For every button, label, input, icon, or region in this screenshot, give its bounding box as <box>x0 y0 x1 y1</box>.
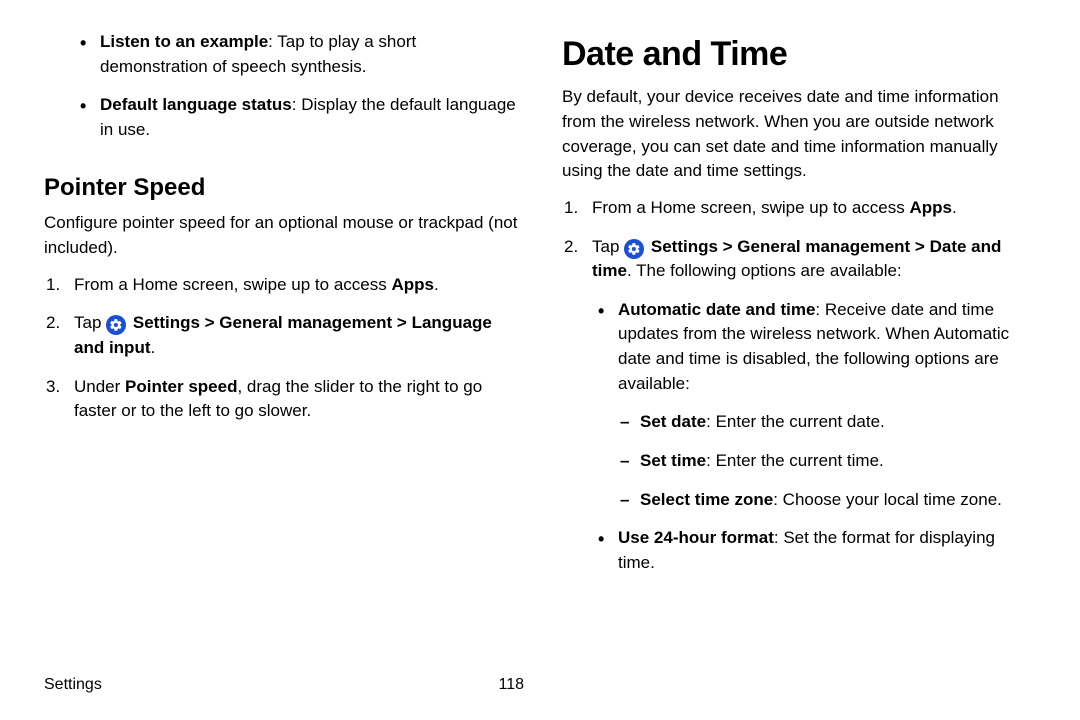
list-item: Default language status: Display the def… <box>74 93 518 142</box>
date-time-intro: By default, your device receives date an… <box>562 85 1036 184</box>
option-title: Set time <box>640 451 706 470</box>
option-title: Listen to an example <box>100 32 268 51</box>
pointer-speed-heading: Pointer Speed <box>44 171 518 206</box>
pointer-speed-steps: From a Home screen, swipe up to access A… <box>44 273 518 424</box>
left-column: Listen to an example: Tap to play a shor… <box>30 30 540 700</box>
option-title: Default language status <box>100 95 292 114</box>
step-item: Under Pointer speed, drag the slider to … <box>44 375 518 424</box>
option-desc: : Choose your local time zone. <box>773 490 1002 509</box>
date-time-options-2: Use 24-hour format: Set the format for d… <box>592 526 1036 575</box>
right-column: Date and Time By default, your device re… <box>540 30 1050 700</box>
list-item: Use 24-hour format: Set the format for d… <box>592 526 1036 575</box>
pointer-speed-intro: Configure pointer speed for an optional … <box>44 211 518 260</box>
footer-section: Settings <box>44 673 102 696</box>
option-title: Use 24-hour format <box>618 528 774 547</box>
date-time-options: Automatic date and time: Receive date an… <box>592 298 1036 397</box>
option-title: Select time zone <box>640 490 773 509</box>
list-item: Listen to an example: Tap to play a shor… <box>74 30 518 79</box>
step-item: Tap Settings > General management > Date… <box>562 235 1036 284</box>
date-time-heading: Date and Time <box>562 30 1036 79</box>
nav-path: Settings > General management > Language… <box>74 313 492 357</box>
step-item: From a Home screen, swipe up to access A… <box>562 196 1036 221</box>
date-time-steps: From a Home screen, swipe up to access A… <box>562 196 1036 284</box>
footer-page-number: 118 <box>498 673 524 696</box>
page-footer: Settings 118 <box>44 673 524 696</box>
option-desc: : Enter the current date. <box>706 412 885 431</box>
list-item: Set date: Enter the current date. <box>618 410 1036 435</box>
step-item: Tap Settings > General management > Lang… <box>44 311 518 360</box>
list-item: Automatic date and time: Receive date an… <box>592 298 1036 397</box>
option-desc: : Enter the current time. <box>706 451 884 470</box>
option-title: Automatic date and time <box>618 300 815 319</box>
option-title: Set date <box>640 412 706 431</box>
list-item: Select time zone: Choose your local time… <box>618 488 1036 513</box>
step-item: From a Home screen, swipe up to access A… <box>44 273 518 298</box>
settings-icon <box>624 239 644 259</box>
settings-icon <box>106 315 126 335</box>
tts-options-list: Listen to an example: Tap to play a shor… <box>74 30 518 143</box>
list-item: Set time: Enter the current time. <box>618 449 1036 474</box>
date-time-suboptions: Set date: Enter the current date. Set ti… <box>618 410 1036 512</box>
